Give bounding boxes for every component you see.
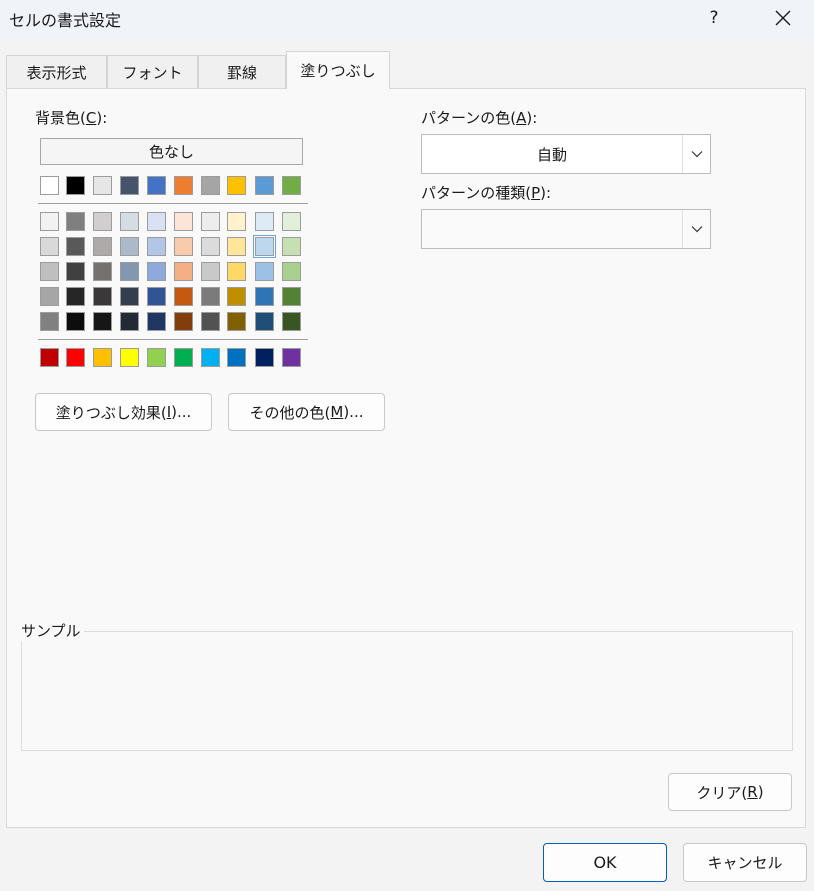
- clear-button[interactable]: クリア(R): [668, 773, 792, 811]
- theme-color-swatch[interactable]: [174, 176, 193, 195]
- tab-border[interactable]: 罫線: [198, 55, 286, 88]
- standard-color-swatch[interactable]: [147, 348, 166, 367]
- shade-color-swatch[interactable]: [174, 287, 193, 306]
- shade-color-swatch[interactable]: [66, 262, 85, 281]
- pattern-color-select[interactable]: 自動: [421, 134, 711, 174]
- shade-color-swatch[interactable]: [93, 237, 112, 256]
- shade-color-swatch[interactable]: [255, 212, 274, 231]
- shade-color-swatch[interactable]: [93, 212, 112, 231]
- tab-number[interactable]: 表示形式: [6, 55, 107, 88]
- shade-color-swatch[interactable]: [282, 237, 301, 256]
- shade-color-swatch[interactable]: [40, 237, 59, 256]
- shade-color-swatch[interactable]: [227, 212, 246, 231]
- cancel-button[interactable]: キャンセル: [683, 843, 807, 882]
- background-color-label: 背景色(C):: [35, 109, 108, 127]
- shade-color-swatch[interactable]: [40, 262, 59, 281]
- ok-button[interactable]: OK: [543, 843, 667, 882]
- shade-color-swatch[interactable]: [174, 212, 193, 231]
- theme-color-swatch[interactable]: [201, 176, 220, 195]
- standard-color-swatch[interactable]: [120, 348, 139, 367]
- shade-color-swatch[interactable]: [227, 237, 246, 256]
- chevron-down-icon[interactable]: [682, 210, 710, 248]
- shade-color-swatch[interactable]: [255, 312, 274, 331]
- close-button[interactable]: [760, 0, 806, 36]
- shade-color-swatch[interactable]: [282, 312, 301, 331]
- shade-color-swatch[interactable]: [120, 312, 139, 331]
- shade-color-swatch[interactable]: [66, 312, 85, 331]
- standard-color-swatch[interactable]: [40, 348, 59, 367]
- theme-color-swatch[interactable]: [147, 176, 166, 195]
- standard-color-swatch[interactable]: [174, 348, 193, 367]
- shade-color-swatch[interactable]: [66, 237, 85, 256]
- shade-color-swatch[interactable]: [93, 287, 112, 306]
- shade-color-swatch[interactable]: [227, 287, 246, 306]
- theme-color-swatch[interactable]: [227, 176, 246, 195]
- help-button[interactable]: ?: [692, 0, 736, 36]
- theme-color-swatch[interactable]: [66, 176, 85, 195]
- theme-color-swatch[interactable]: [93, 176, 112, 195]
- close-icon: [775, 10, 791, 26]
- pattern-style-value: [422, 210, 682, 248]
- dialog-title: セルの書式設定: [9, 11, 122, 30]
- standard-color-swatch[interactable]: [282, 348, 301, 367]
- shade-color-swatch[interactable]: [40, 287, 59, 306]
- pattern-color-value: 自動: [536, 145, 567, 164]
- shade-color-swatch[interactable]: [147, 287, 166, 306]
- shade-color-swatch[interactable]: [147, 237, 166, 256]
- shade-color-swatch[interactable]: [174, 262, 193, 281]
- standard-color-swatch[interactable]: [227, 348, 246, 367]
- shade-color-swatch[interactable]: [120, 237, 139, 256]
- shade-color-swatch[interactable]: [147, 212, 166, 231]
- shade-color-swatch[interactable]: [174, 237, 193, 256]
- tab-fill[interactable]: 塗りつぶし: [286, 51, 390, 89]
- shade-color-swatch[interactable]: [201, 312, 220, 331]
- shade-color-swatch[interactable]: [93, 262, 112, 281]
- palette-divider: [38, 203, 308, 204]
- shade-color-swatch[interactable]: [201, 237, 220, 256]
- shade-color-swatch[interactable]: [282, 212, 301, 231]
- pattern-style-select[interactable]: [421, 209, 711, 249]
- fill-panel: 背景色(C): 色なし 塗りつぶし効果(I)... その他の色(M)... パタ…: [6, 88, 806, 828]
- standard-color-swatch[interactable]: [66, 348, 85, 367]
- standard-color-swatch[interactable]: [255, 348, 274, 367]
- shade-color-swatch[interactable]: [120, 212, 139, 231]
- theme-color-swatch[interactable]: [282, 176, 301, 195]
- shade-color-swatch[interactable]: [227, 262, 246, 281]
- tab-font[interactable]: フォント: [107, 55, 198, 88]
- more-colors-button[interactable]: その他の色(M)...: [228, 393, 385, 431]
- pattern-color-label: パターンの色(A):: [421, 109, 538, 127]
- shade-color-swatch[interactable]: [66, 287, 85, 306]
- no-color-button[interactable]: 色なし: [40, 138, 303, 165]
- title-bar: セルの書式設定 ?: [0, 0, 814, 40]
- shade-color-swatch[interactable]: [93, 312, 112, 331]
- shade-color-swatch[interactable]: [174, 312, 193, 331]
- shade-color-swatch[interactable]: [255, 262, 274, 281]
- theme-color-swatch[interactable]: [120, 176, 139, 195]
- shade-color-swatch[interactable]: [147, 312, 166, 331]
- theme-color-swatch[interactable]: [255, 176, 274, 195]
- standard-color-swatch[interactable]: [201, 348, 220, 367]
- palette-divider: [38, 339, 308, 340]
- shade-color-swatch[interactable]: [227, 312, 246, 331]
- shade-color-swatch[interactable]: [120, 262, 139, 281]
- sample-label: サンプル: [21, 620, 84, 641]
- shade-color-swatch[interactable]: [282, 287, 301, 306]
- pattern-style-label: パターンの種類(P):: [421, 184, 552, 202]
- shade-color-swatch[interactable]: [66, 212, 85, 231]
- shade-color-swatch[interactable]: [201, 212, 220, 231]
- shade-color-swatch[interactable]: [253, 235, 276, 258]
- chevron-down-icon[interactable]: [682, 135, 710, 173]
- shade-color-swatch[interactable]: [120, 287, 139, 306]
- fill-effects-button[interactable]: 塗りつぶし効果(I)...: [35, 393, 212, 431]
- shade-color-swatch[interactable]: [201, 262, 220, 281]
- sample-group: [21, 631, 793, 751]
- theme-color-swatch[interactable]: [40, 176, 59, 195]
- shade-color-swatch[interactable]: [282, 262, 301, 281]
- shade-color-swatch[interactable]: [40, 212, 59, 231]
- shade-color-swatch[interactable]: [201, 287, 220, 306]
- shade-color-swatch[interactable]: [255, 287, 274, 306]
- shade-color-swatch[interactable]: [40, 312, 59, 331]
- shade-color-swatch[interactable]: [147, 262, 166, 281]
- standard-color-swatch[interactable]: [93, 348, 112, 367]
